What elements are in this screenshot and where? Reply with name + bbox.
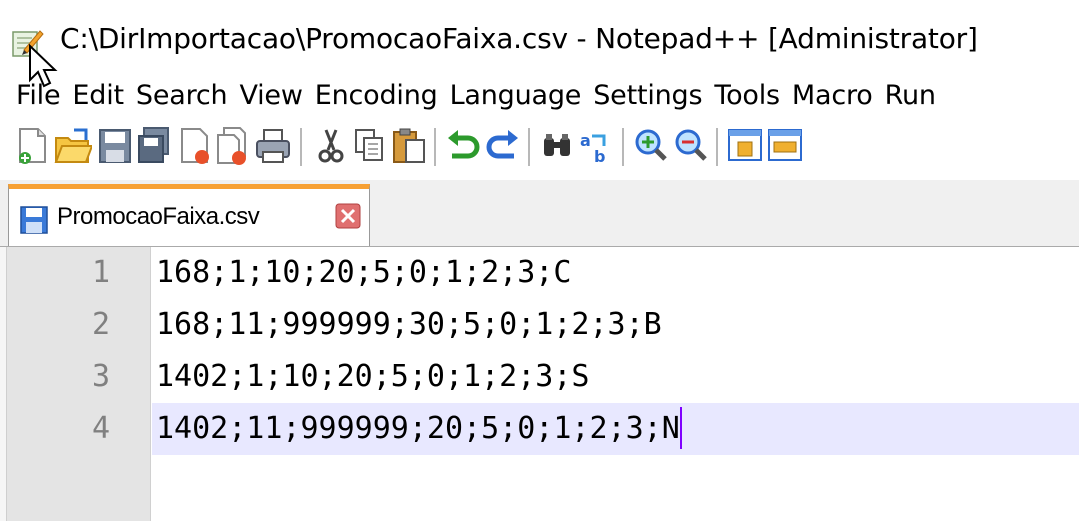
replace-icon[interactable]: a b bbox=[578, 126, 616, 166]
menu-bar: File Edit Search View Encoding Language Settin… bbox=[0, 74, 1079, 118]
save-icon[interactable] bbox=[96, 126, 134, 166]
menu-search[interactable]: Search bbox=[130, 74, 234, 118]
menu-edit[interactable]: Edit bbox=[66, 74, 130, 118]
menu-settings[interactable]: Settings bbox=[587, 74, 708, 118]
code-line-text: 168;11;999999;30;5;0;1;2;3;B bbox=[156, 307, 662, 342]
paste-icon[interactable] bbox=[390, 126, 428, 166]
print-icon[interactable] bbox=[254, 126, 292, 166]
save-all-icon[interactable] bbox=[136, 126, 174, 166]
line-number: 4 bbox=[91, 411, 110, 446]
code-line[interactable]: 168;11;999999;30;5;0;1;2;3;B bbox=[152, 299, 1079, 351]
redo-icon[interactable] bbox=[484, 126, 522, 166]
menu-encoding[interactable]: Encoding bbox=[309, 74, 444, 118]
saved-file-icon bbox=[20, 206, 48, 234]
current-code-line[interactable]: 1402;11;999999;20;5;0;1;2;3;N bbox=[152, 403, 1079, 455]
line-number: 1 bbox=[91, 255, 110, 290]
menu-language[interactable]: Language bbox=[444, 74, 588, 118]
open-file-icon[interactable] bbox=[54, 126, 92, 166]
menu-view[interactable]: View bbox=[233, 74, 308, 118]
tab-promocaofaixa[interactable]: PromocaoFaixa.csv bbox=[8, 184, 370, 246]
code-line[interactable]: 168;1;10;20;5;0;1;2;3;C bbox=[152, 247, 1079, 299]
window-title: C:\DirImportacao\PromocaoFaixa.csv - Not… bbox=[60, 22, 978, 55]
menu-tools[interactable]: Tools bbox=[708, 74, 786, 118]
menu-run[interactable]: Run bbox=[879, 74, 942, 118]
title-bar: C:\DirImportacao\PromocaoFaixa.csv - Not… bbox=[0, 0, 1079, 88]
close-all-icon[interactable] bbox=[214, 126, 252, 166]
fold-margin bbox=[0, 247, 7, 521]
toolbar-separator bbox=[528, 128, 530, 166]
menu-file[interactable]: File bbox=[0, 74, 66, 118]
new-file-icon[interactable] bbox=[14, 126, 52, 166]
toolbar-separator bbox=[622, 128, 624, 166]
find-icon[interactable] bbox=[538, 126, 576, 166]
toolbar-separator bbox=[300, 128, 302, 166]
text-editor[interactable]: 1 2 3 4 168;1;10;20;5;0;1;2;3;C 168;11;9… bbox=[0, 247, 1079, 521]
menu-macro[interactable]: Macro bbox=[786, 74, 879, 118]
sync-vertical-icon[interactable] bbox=[726, 126, 764, 166]
line-number: 3 bbox=[91, 359, 110, 394]
svg-text:b: b bbox=[594, 147, 605, 166]
code-line-text: 168;1;10;20;5;0;1;2;3;C bbox=[156, 255, 572, 290]
close-tab-icon[interactable] bbox=[335, 203, 361, 229]
tab-label: PromocaoFaixa.csv bbox=[57, 203, 260, 230]
code-line-text: 1402;11;999999;20;5;0;1;2;3;N bbox=[156, 411, 680, 446]
zoom-in-icon[interactable] bbox=[632, 126, 670, 166]
sync-horizontal-icon[interactable] bbox=[766, 126, 804, 166]
toolbar-separator bbox=[716, 128, 718, 166]
toolbar-separator bbox=[434, 128, 436, 166]
line-number-gutter: 1 2 3 4 bbox=[0, 247, 151, 521]
tab-bar: PromocaoFaixa.csv bbox=[0, 180, 1079, 247]
line-number: 2 bbox=[91, 307, 110, 342]
code-line[interactable]: 1402;1;10;20;5;0;1;2;3;S bbox=[152, 351, 1079, 403]
toolbar: a b bbox=[0, 120, 1079, 176]
zoom-out-icon[interactable] bbox=[672, 126, 710, 166]
close-icon[interactable] bbox=[176, 126, 214, 166]
svg-text:a: a bbox=[580, 131, 591, 150]
copy-icon[interactable] bbox=[350, 126, 388, 166]
cut-icon[interactable] bbox=[312, 126, 350, 166]
undo-icon[interactable] bbox=[444, 126, 482, 166]
code-line-text: 1402;1;10;20;5;0;1;2;3;S bbox=[156, 359, 590, 394]
text-caret bbox=[679, 406, 682, 449]
